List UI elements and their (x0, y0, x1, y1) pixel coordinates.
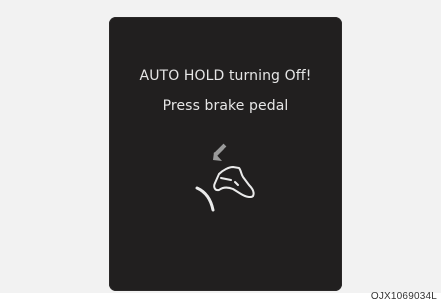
press-brake-pedal-icon (195, 143, 255, 212)
figure-code: OJX1069034L (370, 291, 437, 302)
warning-message-line1: AUTO HOLD turning Off! (139, 68, 312, 84)
foot-icon (213, 166, 255, 199)
warning-message-line2: Press brake pedal (162, 98, 289, 114)
arrow-icon (213, 143, 227, 161)
figure-background: AUTO HOLD turning Off! Press brake pedal (0, 0, 441, 293)
cluster-display: AUTO HOLD turning Off! Press brake pedal (109, 17, 342, 291)
pedal-icon (195, 186, 215, 212)
